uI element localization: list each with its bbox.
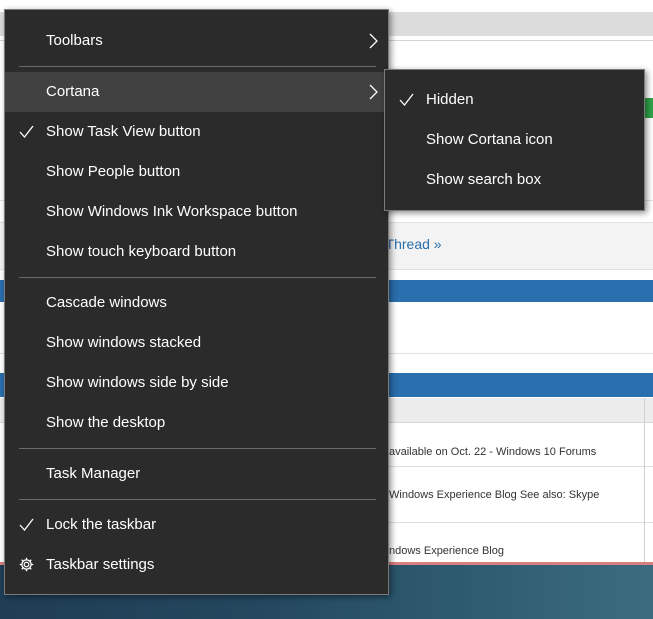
menu-item-lock-taskbar[interactable]: Lock the taskbar xyxy=(5,505,388,545)
menu-item-show-desktop[interactable]: Show the desktop xyxy=(5,403,388,443)
menu-item-label: Cortana xyxy=(46,83,100,100)
menu-item-label: Show Windows Ink Workspace button xyxy=(46,203,298,220)
submenu-item-label: Show search box xyxy=(426,171,542,188)
table-row[interactable]: Windows Experience Blog See also: Skype xyxy=(389,489,599,501)
menu-item-task-manager[interactable]: Task Manager xyxy=(5,454,388,494)
table-row[interactable]: ndows Experience Blog xyxy=(389,545,504,557)
menu-item-label: Show Task View button xyxy=(46,123,201,140)
checkmark-icon xyxy=(19,125,34,139)
menu-separator xyxy=(19,499,376,500)
taskbar-context-menu: Toolbars Cortana Show Task View button S… xyxy=(4,9,389,595)
chevron-right-icon xyxy=(369,84,378,100)
gear-icon xyxy=(19,557,34,572)
divider xyxy=(644,398,645,563)
chevron-right-icon xyxy=(369,33,378,49)
menu-item-label: Show People button xyxy=(46,163,181,180)
cortana-submenu: Hidden Show Cortana icon Show search box xyxy=(384,69,645,211)
menu-item-label: Cascade windows xyxy=(46,294,167,311)
menu-item-label: Toolbars xyxy=(46,32,103,49)
checkmark-icon xyxy=(19,518,34,532)
menu-item-cascade-windows[interactable]: Cascade windows xyxy=(5,283,388,323)
divider xyxy=(389,466,653,467)
divider xyxy=(389,522,653,523)
checkmark-icon xyxy=(399,93,414,107)
menu-item-label: Show windows stacked xyxy=(46,334,202,351)
menu-item-label: Lock the taskbar xyxy=(46,516,157,533)
menu-item-label: Show the desktop xyxy=(46,414,166,431)
menu-separator xyxy=(19,277,376,278)
menu-item-toolbars[interactable]: Toolbars xyxy=(5,21,388,61)
menu-item-label: Task Manager xyxy=(46,465,141,482)
menu-item-show-task-view[interactable]: Show Task View button xyxy=(5,112,388,152)
submenu-item-show-cortana-icon[interactable]: Show Cortana icon xyxy=(385,120,644,160)
menu-item-label: Taskbar settings xyxy=(46,556,155,573)
menu-item-show-touch-keyboard[interactable]: Show touch keyboard button xyxy=(5,232,388,272)
menu-item-label: Show windows side by side xyxy=(46,374,229,391)
submenu-item-show-search-box[interactable]: Show search box xyxy=(385,160,644,200)
menu-separator xyxy=(19,66,376,67)
menu-item-windows-side-by-side[interactable]: Show windows side by side xyxy=(5,363,388,403)
green-button-edge[interactable] xyxy=(644,98,653,118)
menu-item-show-people[interactable]: Show People button xyxy=(5,152,388,192)
menu-item-show-ink-workspace[interactable]: Show Windows Ink Workspace button xyxy=(5,192,388,232)
submenu-item-label: Hidden xyxy=(426,91,474,108)
menu-item-taskbar-settings[interactable]: Taskbar settings xyxy=(5,545,388,585)
submenu-item-hidden[interactable]: Hidden xyxy=(385,80,644,120)
menu-item-label: Show touch keyboard button xyxy=(46,243,237,260)
menu-item-cortana[interactable]: Cortana xyxy=(5,72,388,112)
submenu-item-label: Show Cortana icon xyxy=(426,131,553,148)
menu-separator xyxy=(19,448,376,449)
menu-item-windows-stacked[interactable]: Show windows stacked xyxy=(5,323,388,363)
table-row[interactable]: available on Oct. 22 - Windows 10 Forums xyxy=(389,446,596,458)
